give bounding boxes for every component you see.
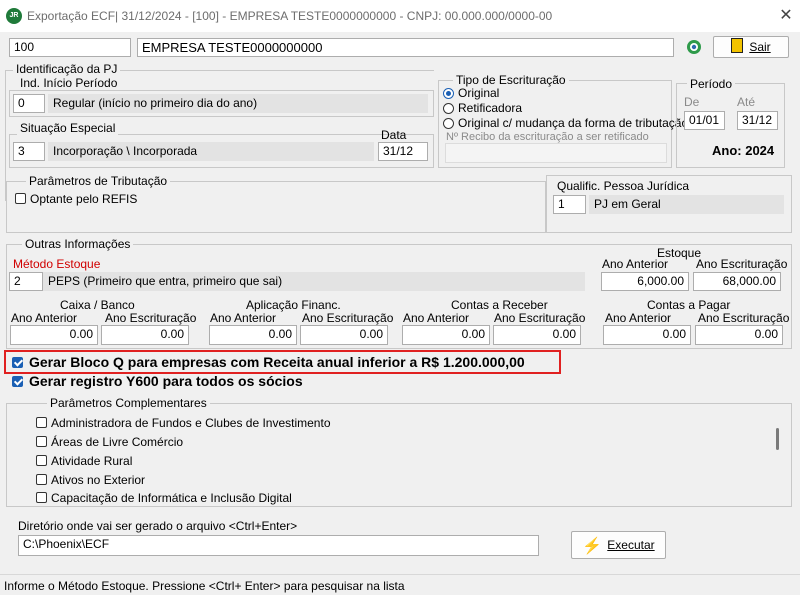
param-checkbox[interactable]: [36, 417, 47, 428]
company-name-field[interactable]: EMPRESA TESTE0000000000: [137, 38, 674, 57]
tipo-escrituracao-label: Tipo de Escrituração: [453, 73, 569, 87]
ind-inicio-code-field[interactable]: 0: [13, 94, 45, 113]
executar-button-label: Executar: [607, 538, 655, 552]
identificacao-label: Identificação da PJ: [13, 62, 121, 76]
caixa-ano-anterior-field[interactable]: 0.00: [10, 325, 98, 345]
y600-checkbox[interactable]: [12, 376, 23, 387]
qualific-label: Qualific. Pessoa Jurídica: [557, 179, 690, 193]
radio-original[interactable]: [443, 88, 454, 99]
door-exit-icon: [731, 38, 744, 53]
form-body: 100 EMPRESA TESTE0000000000 Sair Identif…: [0, 32, 800, 594]
pagar-ano-escrit-field[interactable]: 0.00: [695, 325, 783, 345]
refresh-icon[interactable]: [684, 37, 704, 57]
diretorio-field[interactable]: C:\Phoenix\ECF: [18, 535, 539, 556]
ate-label: Até: [737, 95, 756, 109]
de-label: De: [684, 95, 700, 109]
estoque-ano-escrit-field[interactable]: 68,000.00: [693, 272, 781, 291]
receber-ano-anterior-label: Ano Anterior: [403, 311, 470, 325]
metodo-description: PEPS (Primeiro que entra, primeiro que s…: [43, 272, 585, 291]
caixa-ano-anterior-label: Ano Anterior: [11, 311, 78, 325]
param-checkbox[interactable]: [36, 455, 47, 466]
param-label: Capacitação de Informática e Inclusão Di…: [51, 491, 292, 505]
param-label: Administradora de Fundos e Clubes de Inv…: [51, 416, 331, 430]
situacao-code-field[interactable]: 3: [13, 142, 45, 161]
exit-button-label: Sair: [749, 40, 771, 54]
ind-inicio-label: Ind. Início Período: [17, 76, 121, 90]
situacao-label: Situação Especial: [17, 121, 119, 135]
radio-retificadora[interactable]: [443, 103, 454, 114]
diretorio-label: Diretório onde vai ser gerado o arquivo …: [18, 519, 298, 533]
param-checkbox[interactable]: [36, 474, 47, 485]
aplicacao-ano-escrit-label: Ano Escrituração: [302, 311, 394, 325]
param-label: Ativos no Exterior: [51, 473, 146, 487]
bloco-q-checkbox[interactable]: [12, 357, 23, 368]
tributacao-group: [6, 181, 546, 233]
pagar-title: Contas a Pagar: [647, 298, 731, 312]
aplicacao-ano-anterior-field[interactable]: 0.00: [209, 325, 297, 345]
receber-title: Contas a Receber: [451, 298, 548, 312]
pagar-ano-escrit-label: Ano Escrituração: [698, 311, 790, 325]
recibo-field[interactable]: [445, 143, 667, 163]
recibo-label: Nº Recibo da escrituração a ser retifica…: [446, 131, 649, 143]
aplicacao-ano-escrit-field[interactable]: 0.00: [300, 325, 388, 345]
executar-button[interactable]: ⚡ Executar: [571, 531, 666, 559]
pagar-ano-anterior-label: Ano Anterior: [605, 311, 672, 325]
aplicacao-title: Aplicação Financ.: [246, 298, 341, 312]
ano-display: Ano: 2024: [712, 143, 775, 158]
app-logo-icon: JR: [6, 8, 22, 24]
param-checkbox[interactable]: [36, 436, 47, 447]
radio-original-mudanca[interactable]: [443, 118, 454, 129]
estoque-ano-escrit-label: Ano Escrituração: [696, 257, 788, 271]
y600-label: Gerar registro Y600 para todos os sócios: [29, 373, 303, 389]
bloco-q-label: Gerar Bloco Q para empresas com Receita …: [29, 354, 525, 370]
receber-ano-escrit-label: Ano Escrituração: [494, 311, 586, 325]
qualific-description: PJ em Geral: [589, 195, 784, 214]
tributacao-label: Parâmetros de Tributação: [26, 174, 171, 188]
situacao-description: Incorporação \ Incorporada: [48, 142, 374, 161]
caixa-ano-escrit-field[interactable]: 0.00: [101, 325, 189, 345]
caixa-ano-escrit-label: Ano Escrituração: [105, 311, 197, 325]
estoque-ano-anterior-field[interactable]: 6,000.00: [601, 272, 689, 291]
refis-label: Optante pelo REFIS: [30, 192, 138, 206]
complementares-scrollbar[interactable]: [773, 412, 783, 502]
complementares-label: Parâmetros Complementares: [47, 396, 210, 410]
situacao-data-field[interactable]: 31/12: [378, 142, 428, 161]
qualific-code-field[interactable]: 1: [553, 195, 586, 214]
periodo-ate-field[interactable]: 31/12: [737, 111, 778, 130]
refis-checkbox[interactable]: [15, 193, 26, 204]
radio-original-label: Original: [458, 86, 500, 100]
exit-button[interactable]: Sair: [713, 36, 789, 58]
radio-retificadora-label: Retificadora: [458, 101, 523, 115]
company-code-field[interactable]: 100: [9, 38, 131, 57]
outras-label: Outras Informações: [22, 237, 134, 251]
window-title: Exportação ECF| 31/12/2024 - [100] - EMP…: [27, 9, 553, 23]
scrollbar-thumb[interactable]: [776, 428, 779, 450]
param-label: Áreas de Livre Comércio: [51, 435, 184, 449]
param-checkbox[interactable]: [36, 492, 47, 503]
periodo-label: Período: [687, 77, 736, 91]
ind-inicio-description: Regular (início no primeiro dia do ano): [48, 94, 428, 113]
caixa-title: Caixa / Banco: [60, 298, 135, 312]
receber-ano-anterior-field[interactable]: 0.00: [402, 325, 490, 345]
receber-ano-escrit-field[interactable]: 0.00: [493, 325, 581, 345]
param-label: Atividade Rural: [51, 454, 133, 468]
pagar-ano-anterior-field[interactable]: 0.00: [603, 325, 691, 345]
close-icon[interactable]: ✕: [776, 6, 796, 26]
status-text: Informe o Método Estoque. Pressione <Ctr…: [4, 579, 405, 593]
aplicacao-ano-anterior-label: Ano Anterior: [210, 311, 277, 325]
estoque-ano-anterior-label: Ano Anterior: [602, 257, 669, 271]
periodo-de-field[interactable]: 01/01: [684, 111, 725, 130]
lightning-icon: ⚡: [582, 538, 603, 555]
metodo-code-field[interactable]: 2: [9, 272, 43, 291]
metodo-estoque-label: Método Estoque: [13, 257, 101, 271]
radio-original-mudanca-label: Original c/ mudança da forma de tributaç…: [458, 116, 689, 130]
status-bar: Informe o Método Estoque. Pressione <Ctr…: [0, 574, 800, 595]
title-bar: JR Exportação ECF| 31/12/2024 - [100] - …: [0, 0, 800, 32]
data-label: Data: [381, 128, 407, 142]
